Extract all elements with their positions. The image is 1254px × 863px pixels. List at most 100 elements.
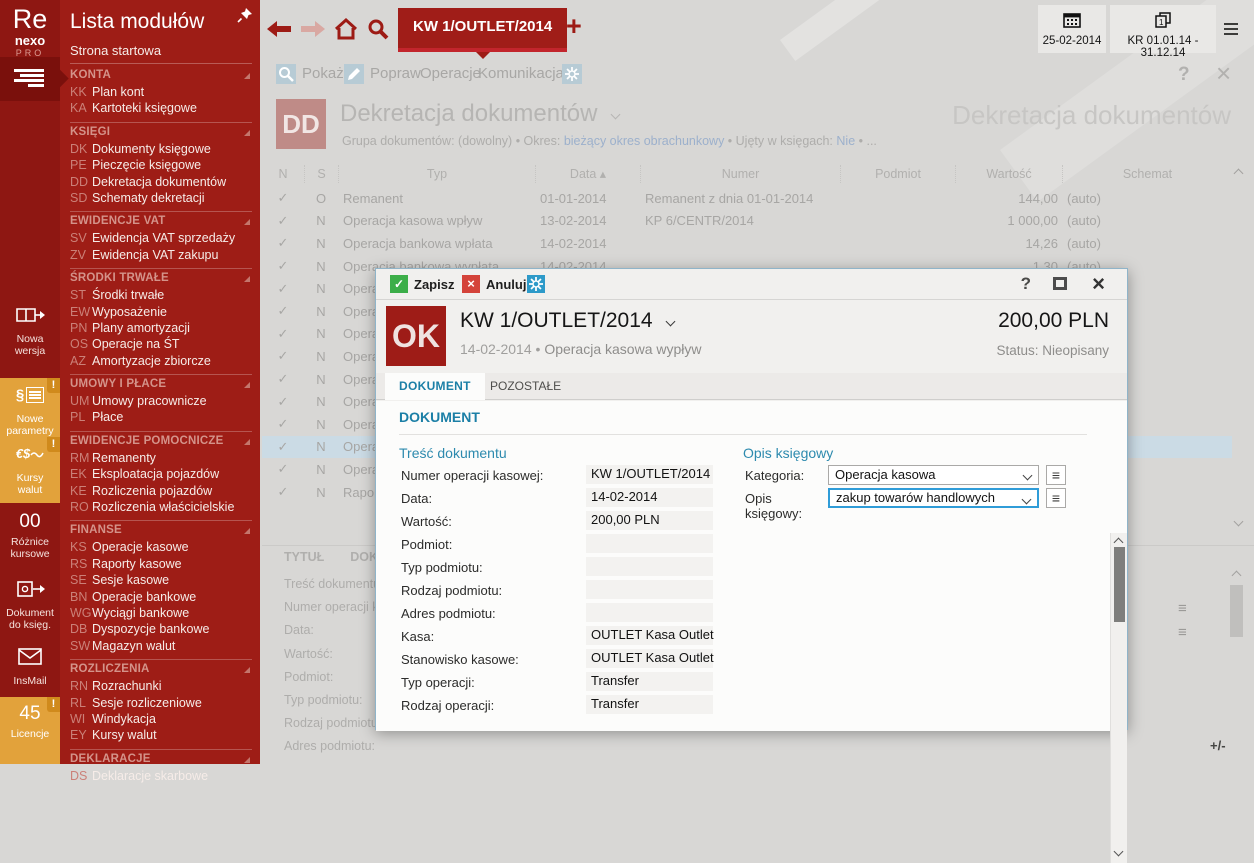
rail-shortcut-roznice-kursowe[interactable]: 00Różnicekursowe (0, 505, 60, 569)
sidebar-item-rm[interactable]: RMRemanenty (70, 450, 252, 466)
sidebar-item-zv[interactable]: ZVEwidencja VAT zakupu (70, 247, 252, 263)
sidebar-item-ka[interactable]: KAKartoteki księgowe (70, 100, 252, 116)
show-button-icon[interactable] (276, 64, 296, 84)
scroll-up-icon[interactable] (1234, 169, 1244, 179)
dropdown-kategoria[interactable]: Operacja kasowa (828, 465, 1039, 485)
communication-menu[interactable]: Komunikacja (478, 65, 564, 82)
sidebar-item-home[interactable]: Strona startowa (70, 43, 252, 64)
category-header[interactable]: KONTA (70, 69, 252, 84)
sidebar-item-ew[interactable]: EWWyposażenie (70, 304, 252, 320)
sidebar-item-dk[interactable]: DKDokumenty księgowe (70, 141, 252, 157)
sidebar-item-rn[interactable]: RNRozrachunki (70, 678, 252, 694)
sidebar-item-sd[interactable]: SDSchematy dekretacji (70, 190, 252, 206)
tab-dokument[interactable]: DOKUMENT (385, 373, 485, 400)
column-header-data-sorted[interactable]: Data ▴ (535, 165, 640, 183)
sidebar-item-ey[interactable]: EYKursy walut (70, 727, 252, 743)
save-check-icon[interactable]: ✓ (390, 275, 408, 293)
show-button[interactable]: Pokaż (302, 65, 344, 82)
table-row[interactable]: ✓NOperacja bankowa wpłata14-02-201414,26… (262, 232, 1232, 255)
forward-button[interactable] (300, 20, 326, 38)
dialog-scrollbar-thumb[interactable] (1114, 547, 1125, 622)
rail-shortcut-insmail[interactable]: InsMail (0, 640, 60, 692)
detail-tab-tytul[interactable]: TYTUŁ (284, 550, 324, 564)
sidebar-item-kk[interactable]: KKPlan kont (70, 84, 252, 100)
table-row[interactable]: ✓ORemanent01-01-2014Remanent z dnia 01-0… (262, 187, 1232, 210)
sidebar-item-se[interactable]: SESesje kasowe (70, 572, 252, 588)
scroll-down-icon[interactable] (1234, 517, 1244, 527)
column-header-schemat[interactable]: Schemat (1062, 165, 1232, 183)
current-date-button[interactable]: 25-02-2014 (1038, 5, 1106, 53)
column-header-typ[interactable]: Typ (338, 165, 535, 183)
period-filter-link[interactable]: bieżący okres obrachunkowy (564, 134, 725, 148)
column-header-wartosc[interactable]: Wartość (955, 165, 1062, 183)
category-header[interactable]: DEKLARACJE (70, 753, 252, 768)
help-button-background[interactable]: ? (1178, 64, 1190, 86)
search-button[interactable] (366, 17, 390, 41)
rail-shortcut-nowe-parametry[interactable]: !§Noweparametry (0, 378, 60, 437)
document-title[interactable]: KW 1/OUTLET/2014 (460, 309, 674, 333)
dropdown-menu-button[interactable]: ≡ (1046, 465, 1066, 485)
sidebar-item-pn[interactable]: PNPlany amortyzacji (70, 320, 252, 336)
sidebar-item-wi[interactable]: WIWindykacja (70, 711, 252, 727)
sidebar-item-rs[interactable]: RSRaporty kasowe (70, 556, 252, 572)
new-tab-button[interactable]: + (566, 11, 582, 42)
field-menu-icon[interactable]: ≡ (1178, 624, 1187, 641)
sidebar-item-sw[interactable]: SWMagazyn walut (70, 638, 252, 654)
column-header-s[interactable]: S (304, 165, 338, 183)
cancel-x-icon[interactable]: × (462, 275, 480, 293)
category-header[interactable]: FINANSE (70, 524, 252, 539)
sidebar-item-rl[interactable]: RLSesje rozliczeniowe (70, 695, 252, 711)
sidebar-item-az[interactable]: AZAmortyzacje zbiorcze (70, 353, 252, 369)
sidebar-item-pl[interactable]: PLPłace (70, 409, 252, 425)
sidebar-item-ke[interactable]: KERozliczenia pojazdów (70, 483, 252, 499)
sidebar-item-ds[interactable]: DSDeklaracje skarbowe (70, 768, 252, 784)
resize-indicator[interactable]: +/- (1210, 738, 1226, 753)
tab-document[interactable]: KW 1/OUTLET/2014 (398, 8, 567, 48)
settings-button[interactable] (562, 64, 582, 84)
sidebar-item-st[interactable]: STŚrodki trwałe (70, 287, 252, 303)
sidebar-item-um[interactable]: UMUmowy pracownicze (70, 393, 252, 409)
operations-menu[interactable]: Operacje (420, 65, 481, 82)
dialog-help-button[interactable]: ? (1021, 274, 1031, 294)
table-row[interactable]: ✓NOperacja kasowa wpływ13-02-2014KP 6/CE… (262, 210, 1232, 233)
category-header[interactable]: UMOWY I PŁACE (70, 378, 252, 393)
column-header-podmiot[interactable]: Podmiot (840, 165, 955, 183)
sidebar-item-os[interactable]: OSOperacje na ŚT (70, 336, 252, 352)
edit-button-icon[interactable] (344, 64, 364, 84)
window-menu-button[interactable] (1224, 20, 1238, 38)
sidebar-item-ks[interactable]: KSOperacje kasowe (70, 539, 252, 555)
sidebar-item-ek[interactable]: EKEksploatacja pojazdów (70, 466, 252, 482)
sidebar-item-pe[interactable]: PEPieczęcie księgowe (70, 157, 252, 173)
rail-shortcut-dokument-do-ksieg[interactable]: Dokumentdo księg. (0, 572, 60, 634)
sidebar-item-bn[interactable]: BNOperacje bankowe (70, 589, 252, 605)
category-header[interactable]: ŚRODKI TRWAŁE (70, 272, 252, 287)
home-button[interactable] (334, 17, 358, 41)
dialog-close-button[interactable]: × (1092, 271, 1105, 297)
tab-pozostale[interactable]: POZOSTAŁE (476, 373, 575, 400)
category-header[interactable]: ROZLICZENIA (70, 663, 252, 678)
close-button-background[interactable]: × (1216, 58, 1231, 89)
sidebar-item-sv[interactable]: SVEwidencja VAT sprzedaży (70, 230, 252, 246)
field-menu-icon[interactable]: ≡ (1178, 600, 1187, 617)
sidebar-item-dd[interactable]: DDDekretacja dokumentów (70, 174, 252, 190)
sidebar-item-wg[interactable]: WGWyciągi bankowe (70, 605, 252, 621)
save-button[interactable]: Zapisz (414, 277, 454, 292)
rail-shortcut-nowa-wersja[interactable]: Nowawersja (0, 298, 60, 374)
dialog-scroll-up-icon[interactable] (1114, 538, 1124, 548)
dropdown-opis-ksiegowy[interactable]: zakup towarów handlowych (828, 488, 1039, 508)
detail-scrollbar-thumb[interactable] (1230, 585, 1243, 637)
category-header[interactable]: EWIDENCJE VAT (70, 215, 252, 230)
column-header-n[interactable]: N (262, 165, 304, 183)
category-header[interactable]: KSIĘGI (70, 126, 252, 141)
back-button[interactable] (266, 20, 292, 38)
pin-icon[interactable] (237, 7, 253, 23)
rail-shortcut-licencje[interactable]: !45Licencje (0, 697, 60, 764)
dropdown-menu-button[interactable]: ≡ (1046, 488, 1066, 508)
gear-icon[interactable] (527, 275, 545, 293)
view-title[interactable]: Dekretacja dokumentów (340, 100, 619, 128)
booked-filter-link[interactable]: Nie (836, 134, 855, 148)
category-header[interactable]: EWIDENCJE POMOCNICZE (70, 435, 252, 450)
period-button[interactable]: 1 KR 01.01.14 - 31.12.14 (1110, 5, 1216, 53)
maximize-button[interactable] (1053, 277, 1067, 290)
dialog-scroll-down-icon[interactable] (1114, 847, 1124, 857)
